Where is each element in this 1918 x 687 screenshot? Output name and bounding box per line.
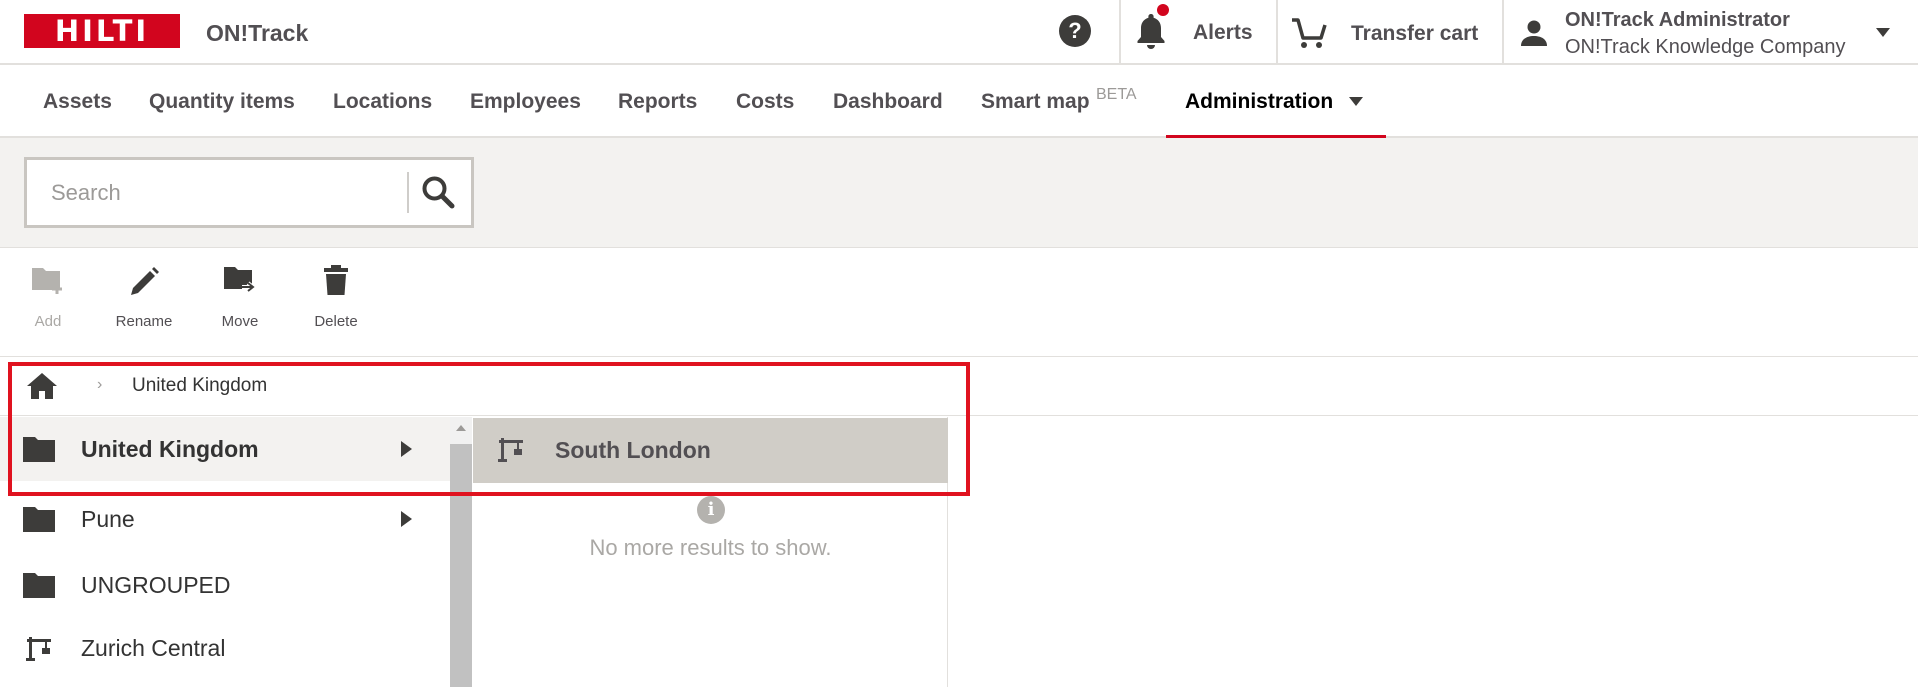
nav-reports[interactable]: Reports bbox=[618, 90, 697, 114]
transfer-cart-link[interactable]: Transfer cart bbox=[1351, 22, 1478, 46]
move-folder-icon bbox=[224, 267, 257, 293]
chevron-right-icon[interactable] bbox=[401, 511, 412, 527]
folder-icon bbox=[23, 573, 55, 598]
toolbar: Add Rename Move Delete bbox=[0, 248, 1918, 357]
cart-icon[interactable] bbox=[1290, 16, 1328, 50]
delete-label: Delete bbox=[314, 313, 358, 330]
add-folder-icon bbox=[32, 268, 62, 294]
top-header: HILTI ON!Track ? Alerts Transfer cart ON… bbox=[0, 0, 1918, 65]
folder-icon bbox=[23, 507, 55, 532]
tree-item-pune[interactable]: Pune bbox=[0, 487, 450, 551]
no-more-results-message: No more results to show. bbox=[589, 535, 832, 560]
tree-item-label: United Kingdom bbox=[81, 436, 259, 462]
app-name: ON!Track bbox=[206, 20, 309, 46]
search-input[interactable] bbox=[51, 178, 391, 208]
nav-administration[interactable]: Administration bbox=[1185, 90, 1333, 114]
location-tree: United Kingdom Pune UNGROUPED Zurich Cen… bbox=[0, 417, 450, 687]
tree-scrollbar[interactable] bbox=[450, 417, 472, 687]
child-locations-column: South London i No more results to show. bbox=[473, 417, 948, 687]
scroll-up-arrow-icon[interactable] bbox=[456, 425, 466, 431]
crane-icon bbox=[26, 637, 51, 661]
bell-icon[interactable] bbox=[1134, 12, 1168, 50]
user-name[interactable]: ON!Track Administrator bbox=[1565, 9, 1790, 32]
tree-item-united-kingdom[interactable]: United Kingdom bbox=[0, 417, 450, 481]
list-item-south-london[interactable]: South London bbox=[473, 418, 948, 483]
trash-icon bbox=[324, 265, 348, 295]
nav-locations[interactable]: Locations bbox=[333, 90, 432, 114]
nav-smart-map[interactable]: Smart map bbox=[981, 90, 1090, 114]
search-divider bbox=[407, 172, 409, 213]
nav-costs[interactable]: Costs bbox=[736, 90, 794, 114]
nav-employees[interactable]: Employees bbox=[470, 90, 581, 114]
chevron-down-icon[interactable] bbox=[1876, 28, 1890, 37]
user-icon[interactable] bbox=[1519, 18, 1549, 48]
add-button[interactable]: Add bbox=[8, 262, 88, 342]
tree-item-label: Zurich Central bbox=[81, 635, 226, 661]
nav-dashboard[interactable]: Dashboard bbox=[833, 90, 943, 114]
delete-button[interactable]: Delete bbox=[296, 262, 376, 342]
search-box bbox=[24, 157, 474, 228]
alert-dot bbox=[1157, 4, 1169, 16]
home-icon[interactable] bbox=[26, 371, 58, 401]
beta-badge: BETA bbox=[1096, 86, 1137, 103]
tree-item-ungrouped[interactable]: UNGROUPED bbox=[0, 553, 450, 617]
chevron-down-icon[interactable] bbox=[1349, 97, 1363, 106]
pencil-icon bbox=[131, 267, 159, 295]
nav-assets[interactable]: Assets bbox=[43, 90, 112, 114]
header-divider bbox=[1502, 0, 1504, 63]
main-nav: Assets Quantity items Locations Employee… bbox=[0, 66, 1918, 138]
move-label: Move bbox=[221, 313, 259, 330]
rename-button[interactable]: Rename bbox=[104, 262, 184, 342]
breadcrumb-current[interactable]: United Kingdom bbox=[132, 375, 267, 397]
alerts-link[interactable]: Alerts bbox=[1193, 21, 1253, 45]
search-band bbox=[0, 138, 1918, 248]
move-button[interactable]: Move bbox=[200, 262, 280, 342]
help-icon[interactable]: ? bbox=[1059, 15, 1091, 47]
add-label: Add bbox=[34, 313, 62, 330]
company-name[interactable]: ON!Track Knowledge Company bbox=[1565, 36, 1846, 59]
hilti-logo[interactable]: HILTI bbox=[24, 14, 180, 48]
crane-icon bbox=[498, 438, 523, 462]
tree-item-zurich-central[interactable]: Zurich Central bbox=[0, 616, 450, 680]
chevron-right-icon[interactable] bbox=[401, 441, 412, 457]
folder-icon bbox=[23, 437, 55, 462]
breadcrumb: › United Kingdom bbox=[0, 357, 1918, 416]
header-divider bbox=[1276, 0, 1278, 63]
nav-quantity-items[interactable]: Quantity items bbox=[149, 90, 295, 114]
tree-item-label: Pune bbox=[81, 506, 135, 532]
rename-label: Rename bbox=[115, 313, 173, 330]
breadcrumb-separator: › bbox=[97, 376, 103, 393]
tree-item-label: UNGROUPED bbox=[81, 572, 231, 598]
scrollbar-thumb[interactable] bbox=[450, 444, 472, 687]
info-icon: i bbox=[697, 496, 725, 524]
list-item-label: South London bbox=[555, 437, 711, 463]
search-icon[interactable] bbox=[420, 174, 456, 210]
header-divider bbox=[1119, 0, 1121, 63]
